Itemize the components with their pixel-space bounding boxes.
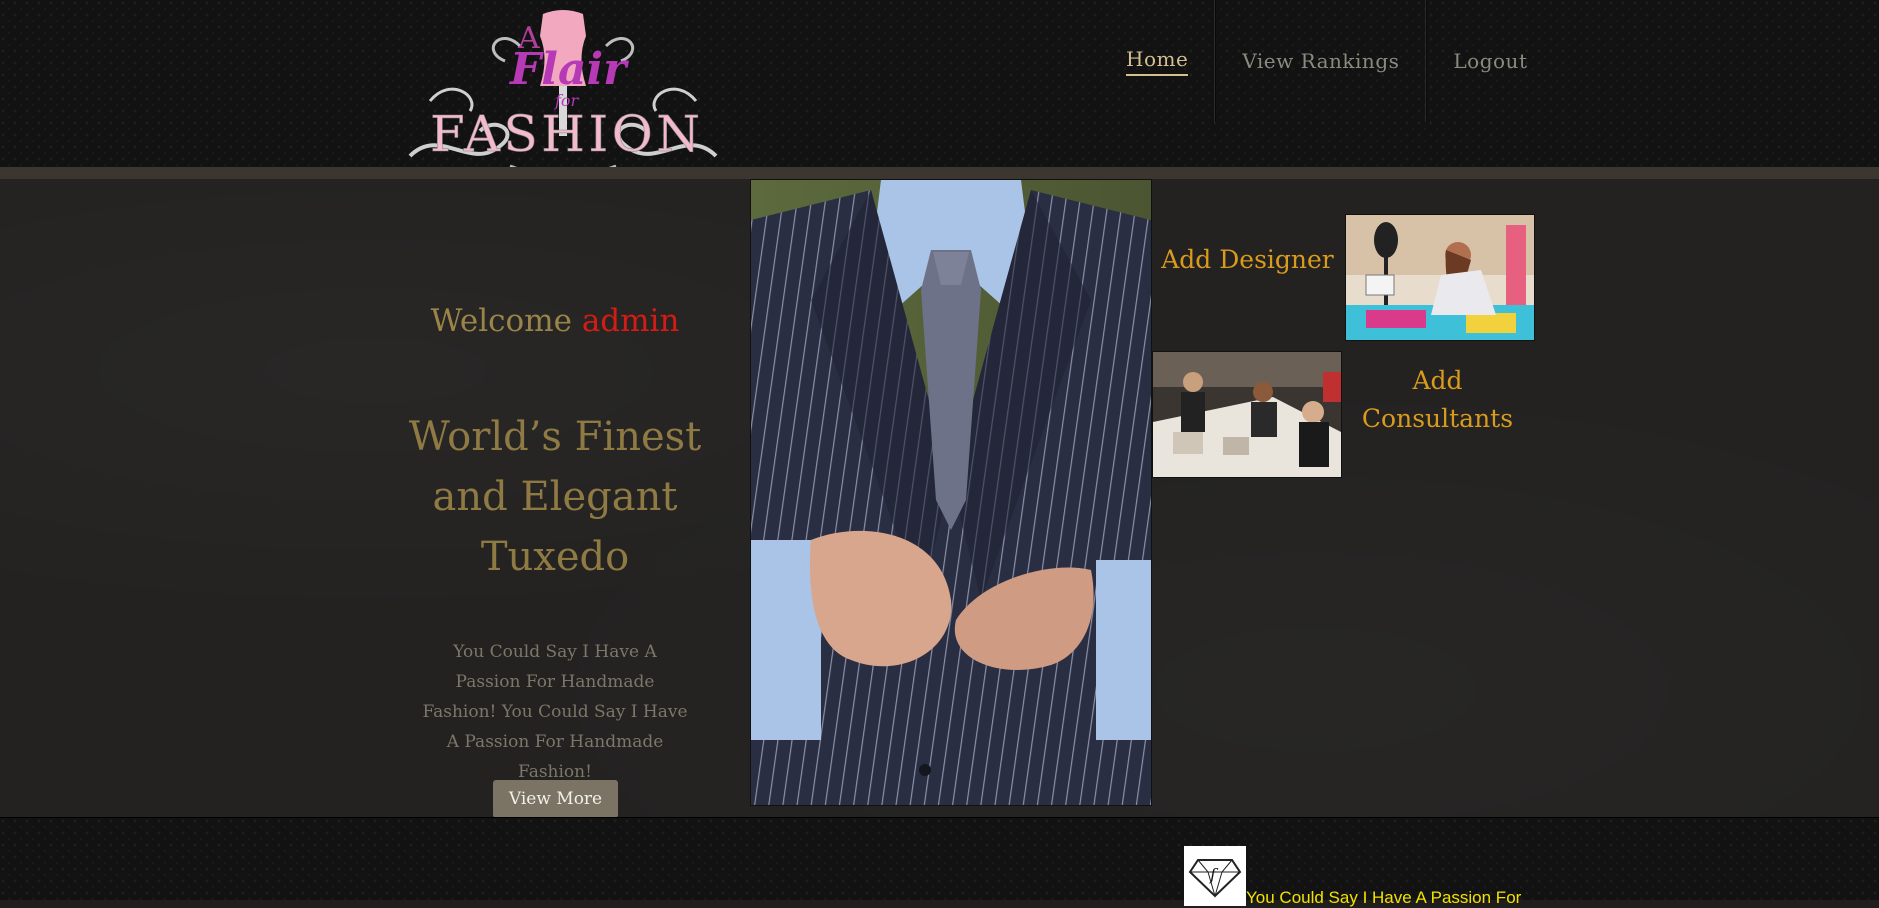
nav-view-rankings-label: View Rankings xyxy=(1242,49,1400,73)
suit-illustration xyxy=(751,180,1151,805)
site-header: A Flair for FASHION Home View Rankings L… xyxy=(0,0,1879,177)
add-consultants-link[interactable]: Add Consultants xyxy=(1350,362,1525,438)
hero-headline: World’s Finest and Elegant Tuxedo xyxy=(408,414,702,580)
svg-text:FASHION: FASHION xyxy=(430,105,700,163)
welcome-message: Welcome admin xyxy=(380,303,730,339)
nav-logout[interactable]: Logout xyxy=(1427,0,1553,122)
nav-logout-label: Logout xyxy=(1453,49,1528,73)
svg-text:Flair: Flair xyxy=(508,44,629,95)
nav-home-label: Home xyxy=(1126,47,1189,76)
add-designer-image[interactable] xyxy=(1345,214,1535,341)
nav-home[interactable]: Home xyxy=(1100,0,1214,122)
footer-tagline: You Could Say I Have A Passion For xyxy=(1246,888,1522,907)
nav-view-rankings[interactable]: View Rankings xyxy=(1216,0,1425,122)
header-divider-band xyxy=(0,167,1879,179)
main-content: Welcome admin World’s Finest and Elegant… xyxy=(0,179,1879,818)
main-nav: Home View Rankings Logout xyxy=(1100,0,1553,122)
fashion-tv-logo: f xyxy=(1184,846,1246,906)
logo-graphic: A Flair for FASHION xyxy=(408,10,718,177)
site-logo[interactable]: A Flair for FASHION xyxy=(400,6,726,178)
hero-suit-image xyxy=(750,179,1152,806)
username: admin xyxy=(581,303,680,339)
add-consultants-image[interactable] xyxy=(1152,351,1342,478)
view-more-button[interactable]: View More xyxy=(493,780,618,818)
consultants-photo xyxy=(1153,352,1341,477)
add-designer-link[interactable]: Add Designer xyxy=(1160,245,1335,274)
site-footer: f You Could Say I Have A Passion For xyxy=(0,817,1879,907)
designer-photo xyxy=(1346,215,1534,340)
diamond-f-icon: f xyxy=(1184,846,1246,906)
hero-blurb: You Could Say I Have A Passion For Handm… xyxy=(422,642,688,782)
welcome-prefix: Welcome xyxy=(430,303,572,339)
